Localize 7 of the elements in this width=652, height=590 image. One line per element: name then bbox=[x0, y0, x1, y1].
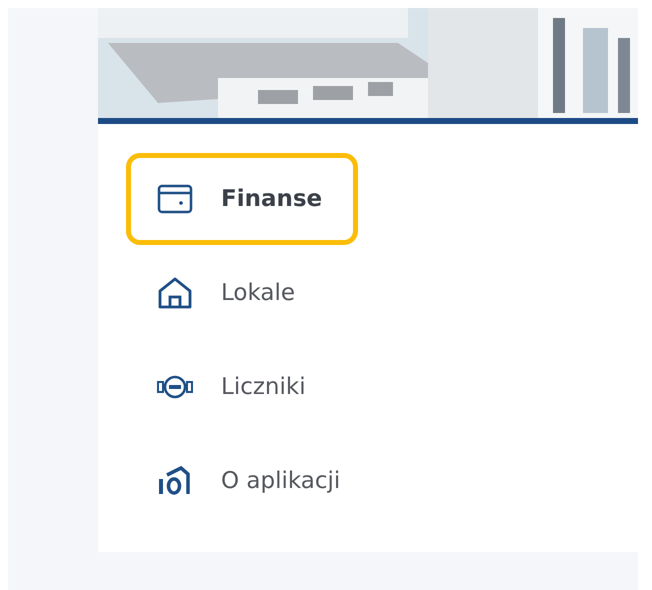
logo-icon bbox=[157, 465, 193, 497]
wallet-icon bbox=[157, 183, 193, 215]
menu-item[interactable]: Finanse bbox=[126, 153, 358, 245]
menu-item[interactable]: Liczniki bbox=[126, 341, 358, 433]
house-icon bbox=[157, 277, 193, 309]
menu-item[interactable]: Lokale bbox=[126, 247, 358, 339]
menu-item[interactable]: O aplikacji bbox=[126, 435, 358, 527]
